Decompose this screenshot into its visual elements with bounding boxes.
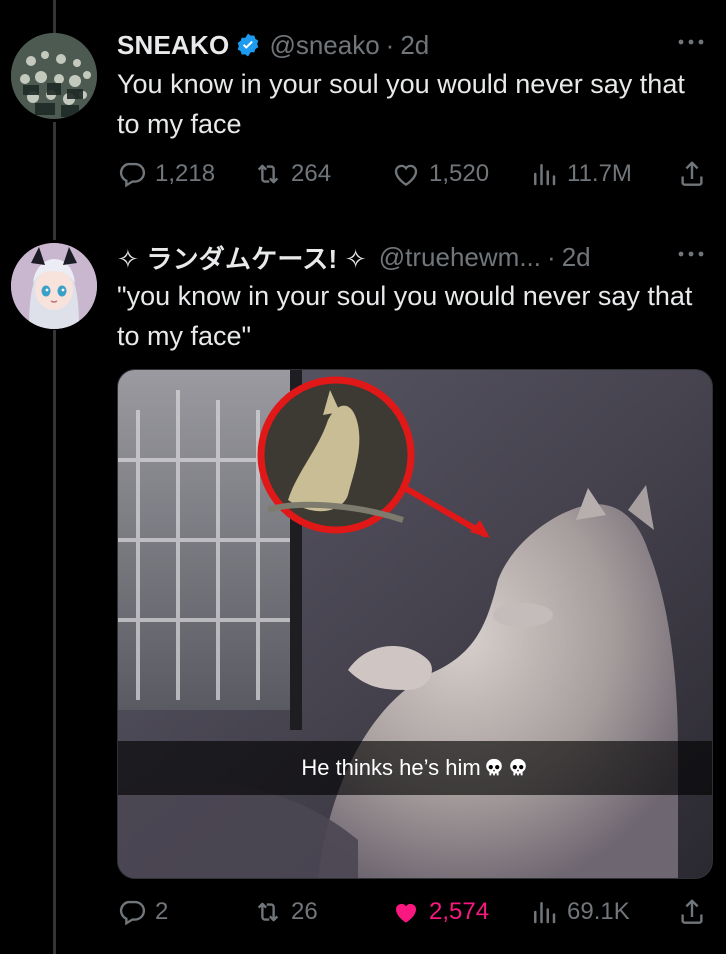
like-count: 2,574	[429, 898, 490, 925]
avatar-crowd-image	[11, 33, 97, 119]
verified-badge-icon	[238, 33, 259, 57]
like-button-active[interactable]: 2,574	[391, 894, 489, 930]
tweet-sneako[interactable]: SNEAKO @sneako · 2d You know in your sou…	[117, 28, 712, 144]
views-count: 11.7M	[567, 160, 632, 187]
like-count: 1,520	[429, 160, 490, 187]
avatar-truehewm[interactable]	[11, 243, 97, 329]
tweet-actions: 2 26 2,574 69.1K	[117, 894, 712, 930]
views-count: 69.1K	[567, 898, 630, 925]
timestamp[interactable]: 2d	[562, 242, 591, 273]
author-handle[interactable]: @sneako	[269, 30, 379, 61]
views-button[interactable]: 69.1K	[529, 894, 630, 930]
tweet-header: ✧ ランダムケース! ✧ @truehewm... · 2d	[117, 240, 712, 274]
timestamp[interactable]: 2d	[400, 30, 429, 61]
share-button[interactable]	[677, 894, 715, 930]
repost-count: 264	[291, 160, 332, 187]
separator-dot: ·	[547, 241, 556, 272]
reply-icon	[119, 900, 146, 926]
avatar-anime-image	[11, 243, 97, 329]
share-button[interactable]	[677, 156, 715, 192]
tweet-media[interactable]: He thinks he’s him	[117, 369, 713, 879]
thread-line-bottom	[53, 330, 56, 954]
separator-dot: ·	[385, 29, 395, 60]
reply-icon	[119, 162, 146, 188]
tweet-text: You know in your soul you would never sa…	[117, 69, 685, 139]
thread-line-middle	[53, 122, 56, 240]
media-caption-bar: He thinks he’s him	[118, 741, 712, 795]
reply-count: 1,218	[155, 160, 216, 187]
tweet-header: SNEAKO @sneako · 2d	[117, 28, 712, 62]
author-name[interactable]: SNEAKO	[117, 30, 229, 61]
author-handle[interactable]: @truehewm...	[379, 242, 541, 273]
share-icon	[681, 899, 703, 924]
reply-count: 2	[155, 898, 169, 925]
skull-emoji-icon	[507, 757, 529, 779]
like-button[interactable]: 1,520	[391, 156, 489, 192]
avatar-sneako[interactable]	[11, 33, 97, 119]
tweet-text: "you know in your soul you would never s…	[117, 281, 693, 351]
tweet-actions: 1,218 264 1,520 11.7M	[117, 156, 712, 192]
repost-button[interactable]: 264	[253, 156, 331, 192]
repost-icon	[257, 902, 279, 922]
reply-button[interactable]: 2	[117, 894, 168, 930]
views-button[interactable]: 11.7M	[529, 156, 632, 192]
like-icon	[394, 164, 418, 187]
views-icon	[534, 902, 556, 924]
share-icon	[681, 161, 703, 186]
tweet-truehewm[interactable]: ✧ ランダムケース! ✧ @truehewm... · 2d "you know…	[117, 240, 712, 356]
views-icon	[534, 164, 556, 186]
like-icon-filled	[396, 903, 416, 923]
more-icon[interactable]	[676, 36, 706, 48]
author-name[interactable]: ✧ ランダムケース! ✧	[117, 239, 367, 276]
skull-emoji-icon	[483, 757, 505, 779]
media-caption: He thinks he’s him	[301, 755, 481, 780]
meme-cat-image	[118, 370, 712, 878]
repost-count: 26	[291, 898, 318, 925]
reply-button[interactable]: 1,218	[117, 156, 215, 192]
more-icon[interactable]	[676, 248, 706, 260]
repost-button[interactable]: 26	[253, 894, 318, 930]
repost-icon	[257, 164, 279, 184]
